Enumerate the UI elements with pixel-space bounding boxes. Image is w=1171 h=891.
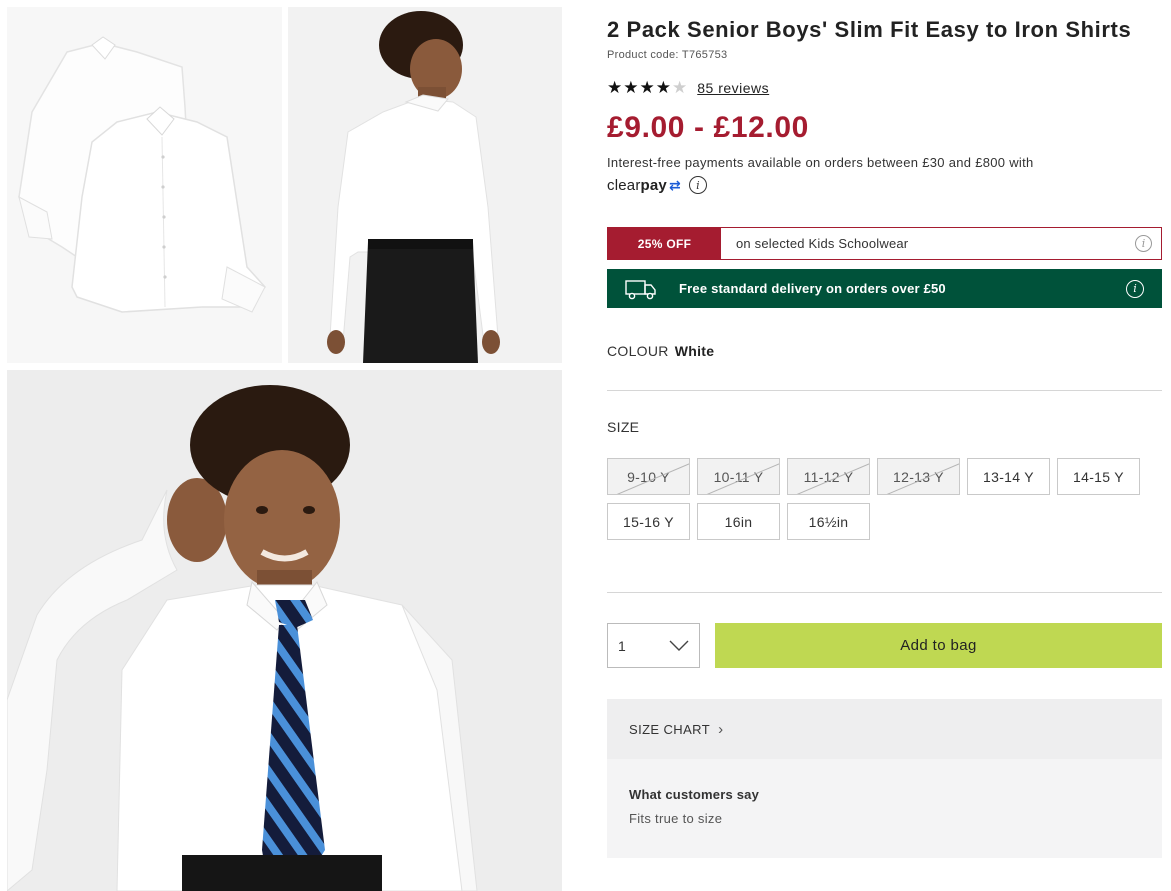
product-gallery: [0, 0, 570, 891]
size-option[interactable]: 16½in: [787, 503, 870, 540]
star-filled-icon: ★: [655, 78, 671, 97]
product-image-pack[interactable]: [7, 7, 282, 363]
colour-label: COLOUR: [607, 343, 669, 359]
reviews-link[interactable]: 85 reviews: [697, 80, 769, 96]
quantity-value: 1: [618, 637, 626, 654]
size-option[interactable]: 12-13 Y: [877, 458, 960, 495]
delivery-text: Free standard delivery on orders over £5…: [679, 281, 946, 296]
size-chart-label: SIZE CHART: [629, 721, 711, 737]
clearpay-logo-part-a: clear: [607, 176, 641, 194]
add-to-bag-button[interactable]: Add to bag: [715, 623, 1162, 668]
size-chart-link[interactable]: SIZE CHART ›: [607, 699, 1162, 759]
promo-banner: 25% OFF on selected Kids Schoolwear i: [607, 227, 1162, 260]
colour-value: White: [674, 343, 715, 359]
rating-summary: ★ ★ ★ ★ ★ 85 reviews: [607, 79, 769, 96]
promo-badge: 25% OFF: [608, 228, 721, 259]
truck-icon: [625, 279, 656, 299]
star-filled-icon: ★: [623, 78, 639, 97]
customer-feedback-heading: What customers say: [629, 787, 760, 802]
size-option[interactable]: 13-14 Y: [967, 458, 1050, 495]
size-option[interactable]: 11-12 Y: [787, 458, 870, 495]
product-title: 2 Pack Senior Boys' Slim Fit Easy to Iro…: [607, 17, 1132, 42]
divider: [607, 390, 1162, 391]
customer-feedback-text: Fits true to size: [629, 811, 723, 826]
quantity-select[interactable]: 1: [607, 623, 700, 668]
promo-text: on selected Kids Schoolwear: [736, 236, 909, 251]
clearpay-logo: clear pay ⇄: [607, 177, 681, 194]
price-range: £9.00 - £12.00: [607, 111, 809, 144]
delivery-info-icon[interactable]: i: [1126, 279, 1144, 298]
delivery-banner: Free standard delivery on orders over £5…: [607, 269, 1162, 308]
size-option[interactable]: 14-15 Y: [1057, 458, 1140, 495]
size-option[interactable]: 9-10 Y: [607, 458, 690, 495]
chevron-right-icon: ›: [718, 720, 724, 738]
promo-info-icon[interactable]: i: [1135, 235, 1152, 252]
divider: [607, 592, 1162, 593]
shirts-pack-illustration: [7, 7, 282, 363]
colour-selection: COLOUR White: [607, 343, 714, 359]
size-option[interactable]: 10-11 Y: [697, 458, 780, 495]
clearpay-logo-part-b: pay: [640, 176, 667, 194]
size-option[interactable]: 16in: [697, 503, 780, 540]
model-front-illustration: [7, 370, 562, 891]
star-rating: ★ ★ ★ ★ ★: [607, 79, 687, 96]
clearpay-info-icon[interactable]: i: [688, 176, 707, 194]
size-label: SIZE: [607, 419, 640, 435]
model-back-illustration: [288, 7, 562, 363]
star-empty-icon: ★: [672, 78, 688, 97]
size-option[interactable]: 15-16 Y: [607, 503, 690, 540]
customer-feedback: What customers say Fits true to size: [607, 759, 1162, 858]
product-image-back[interactable]: [288, 7, 562, 363]
clearpay-row: clear pay ⇄ i: [607, 176, 707, 194]
size-options: 9-10 Y 10-11 Y 11-12 Y 12-13 Y 13-14 Y 14-15 …: [607, 458, 1167, 540]
star-filled-icon: ★: [639, 78, 655, 97]
product-code: Product code: T765753: [607, 49, 728, 61]
installments-text: Interest-free payments available on orde…: [607, 155, 1034, 170]
star-filled-icon: ★: [607, 78, 623, 97]
product-image-front[interactable]: [7, 370, 562, 891]
clearpay-arrows-icon: ⇄: [668, 176, 681, 193]
chevron-down-icon: [669, 640, 689, 651]
